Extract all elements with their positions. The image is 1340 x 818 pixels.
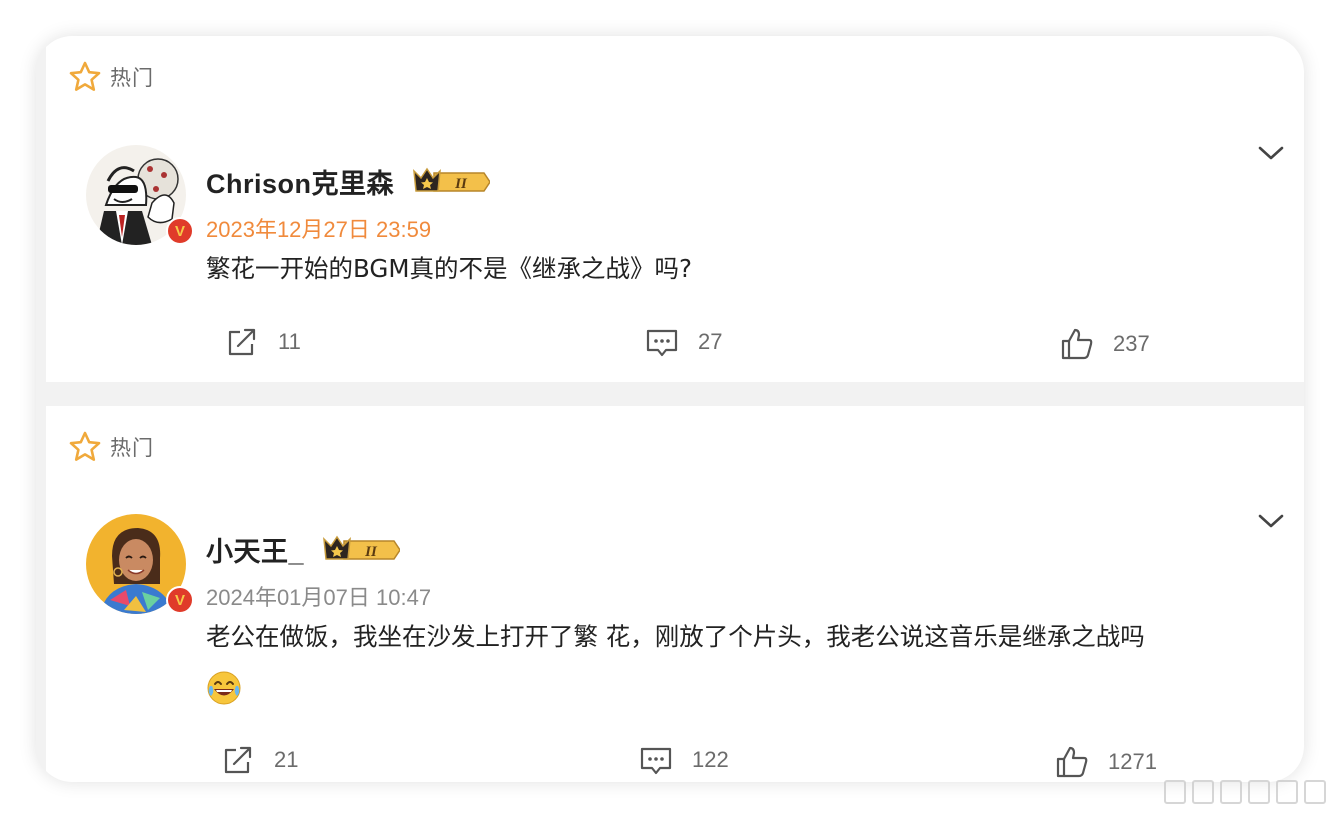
- star-icon: [69, 61, 101, 91]
- like-count: 1271: [1108, 749, 1157, 774]
- like-button[interactable]: 237: [1059, 326, 1150, 362]
- comment-text: 老公在做饭，我坐在沙发上打开了繁 花，刚放了个片头，我老公说这音乐是继承之战吗: [206, 612, 1284, 712]
- repost-button[interactable]: 11: [224, 324, 301, 360]
- verified-badge-icon: V: [166, 586, 194, 614]
- repost-count: 21: [274, 747, 299, 772]
- like-count: 237: [1113, 331, 1150, 356]
- comment-button[interactable]: 122: [638, 742, 729, 778]
- comment-count: 122: [692, 747, 729, 772]
- comment-count: 27: [698, 329, 723, 354]
- comment-card: 热门 V Chrison克里森 II 2023年12月27日 23:59 繁花一…: [46, 36, 1304, 382]
- username[interactable]: Chrison克里森: [206, 162, 394, 201]
- avatar[interactable]: V: [86, 145, 194, 247]
- name-row: Chrison克里森 II: [206, 162, 491, 201]
- comment-card: 热门 V 小天王_ II 2024年01月07日 10:47 老公在做饭，我坐在…: [46, 406, 1304, 782]
- chevron-down-icon[interactable]: [1256, 143, 1286, 163]
- thumbs-up-icon: [1056, 746, 1088, 778]
- comment-icon: [640, 747, 672, 775]
- comment-icon: [646, 329, 678, 357]
- comment-text: 繁花一开始的BGM真的不是《继承之战》吗?: [206, 254, 693, 283]
- chevron-down-icon[interactable]: [1256, 511, 1286, 531]
- share-icon: [224, 746, 252, 774]
- hot-label: 热门: [110, 436, 154, 460]
- level-badge-text: II: [454, 176, 468, 192]
- star-icon: [69, 431, 101, 461]
- comment-button[interactable]: 27: [644, 324, 722, 360]
- timestamp: 2024年01月07日 10:47: [206, 585, 432, 610]
- username[interactable]: 小天王_: [206, 530, 304, 569]
- repost-count: 11: [278, 329, 301, 354]
- hot-tag: 热门: [68, 430, 154, 464]
- avatar[interactable]: V: [86, 514, 194, 616]
- crown-badge-icon[interactable]: II: [412, 167, 491, 197]
- name-row: 小天王_ II: [206, 530, 401, 569]
- repost-button[interactable]: 21: [220, 742, 298, 778]
- laughing-tears-emoji-icon: [207, 671, 241, 705]
- hot-tag: 热门: [68, 60, 154, 94]
- level-badge-text: II: [364, 544, 378, 560]
- watermark-logo: [1164, 780, 1326, 804]
- like-button[interactable]: 1271: [1054, 744, 1157, 780]
- crown-badge-icon[interactable]: II: [322, 535, 401, 565]
- comment-feed: 热门 V Chrison克里森 II 2023年12月27日 23:59 繁花一…: [36, 36, 1304, 782]
- thumbs-up-icon: [1061, 328, 1093, 360]
- hot-label: 热门: [110, 66, 154, 90]
- timestamp: 2023年12月27日 23:59: [206, 217, 432, 242]
- comment-body: 老公在做饭，我坐在沙发上打开了繁 花，刚放了个片头，我老公说这音乐是继承之战吗: [206, 622, 1145, 651]
- verified-badge-icon: V: [166, 217, 194, 245]
- share-icon: [228, 328, 256, 356]
